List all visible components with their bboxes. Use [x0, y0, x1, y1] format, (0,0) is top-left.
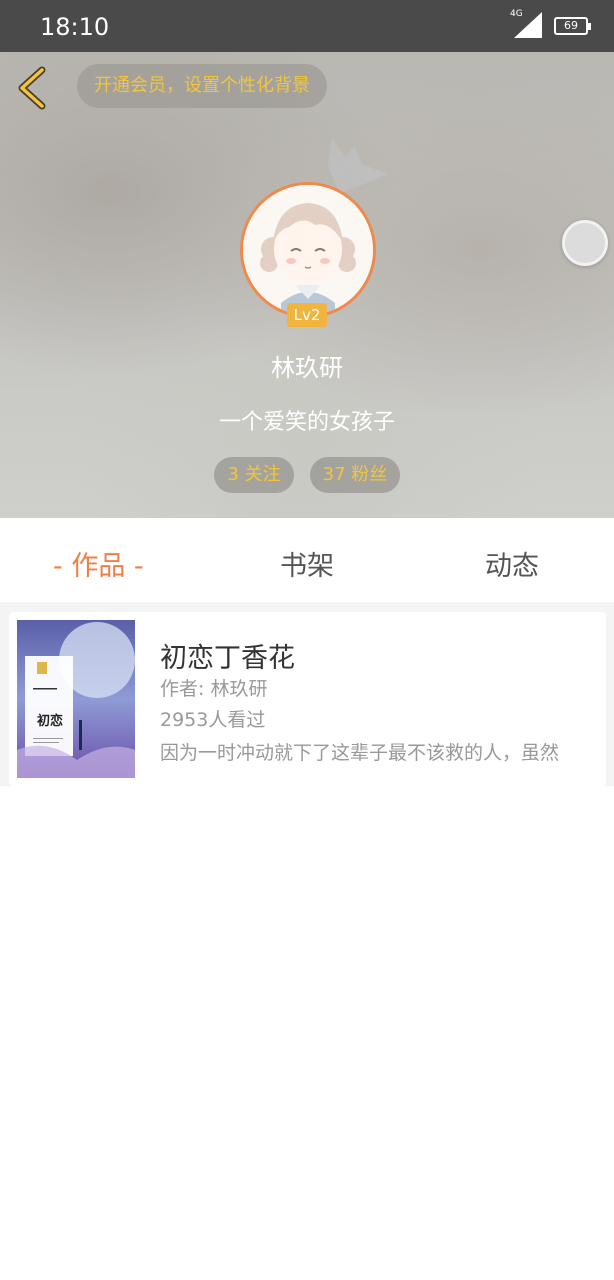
works-list: 初恋 初恋丁香花 作者: 林玖研 2953人看过 因为一时冲动就下了这辈子最不该… [0, 602, 614, 1280]
book-author: 作者: 林玖研 [160, 678, 268, 700]
signal-icon [514, 12, 542, 38]
followers-count-button[interactable]: 37 粉丝 [310, 457, 400, 493]
vip-background-banner[interactable]: 开通会员，设置个性化背景 [77, 64, 327, 108]
status-bar: 18:10 4G 69 [0, 0, 614, 52]
profile-header: 开通会员，设置个性化背景 Lv2 林玖研 一个爱笑的女孩子 3 关注 37 粉丝 [0, 52, 614, 518]
status-time: 18:10 [40, 13, 110, 41]
book-card[interactable]: 初恋 初恋丁香花 作者: 林玖研 2953人看过 因为一时冲动就下了这辈子最不该… [9, 612, 606, 786]
level-badge: Lv2 [287, 303, 327, 327]
battery-icon: 69 [554, 17, 591, 35]
book-cover: 初恋 [17, 620, 135, 778]
tab-activity[interactable]: 动态 [485, 544, 539, 583]
profile-tabs: - 作品 - 书架 动态 [0, 518, 614, 602]
back-button[interactable] [14, 66, 50, 110]
avatar[interactable] [240, 182, 376, 318]
book-description: 因为一时冲动就下了这辈子最不该救的人，虽然 [160, 742, 560, 764]
user-bio: 一个爱笑的女孩子 [218, 410, 395, 435]
cover-title: 初恋 [37, 713, 63, 729]
battery-level: 69 [564, 19, 578, 32]
username: 林玖研 [271, 354, 343, 382]
tab-works[interactable]: - 作品 - [53, 544, 144, 583]
avatar-illustration [243, 185, 373, 315]
chevron-left-icon [18, 66, 46, 110]
tab-bookshelf[interactable]: 书架 [280, 544, 334, 583]
floating-assist-button[interactable] [562, 220, 608, 266]
book-title: 初恋丁香花 [160, 643, 295, 674]
book-view-count: 2953人看过 [160, 709, 266, 731]
following-count-button[interactable]: 3 关注 [214, 457, 294, 493]
